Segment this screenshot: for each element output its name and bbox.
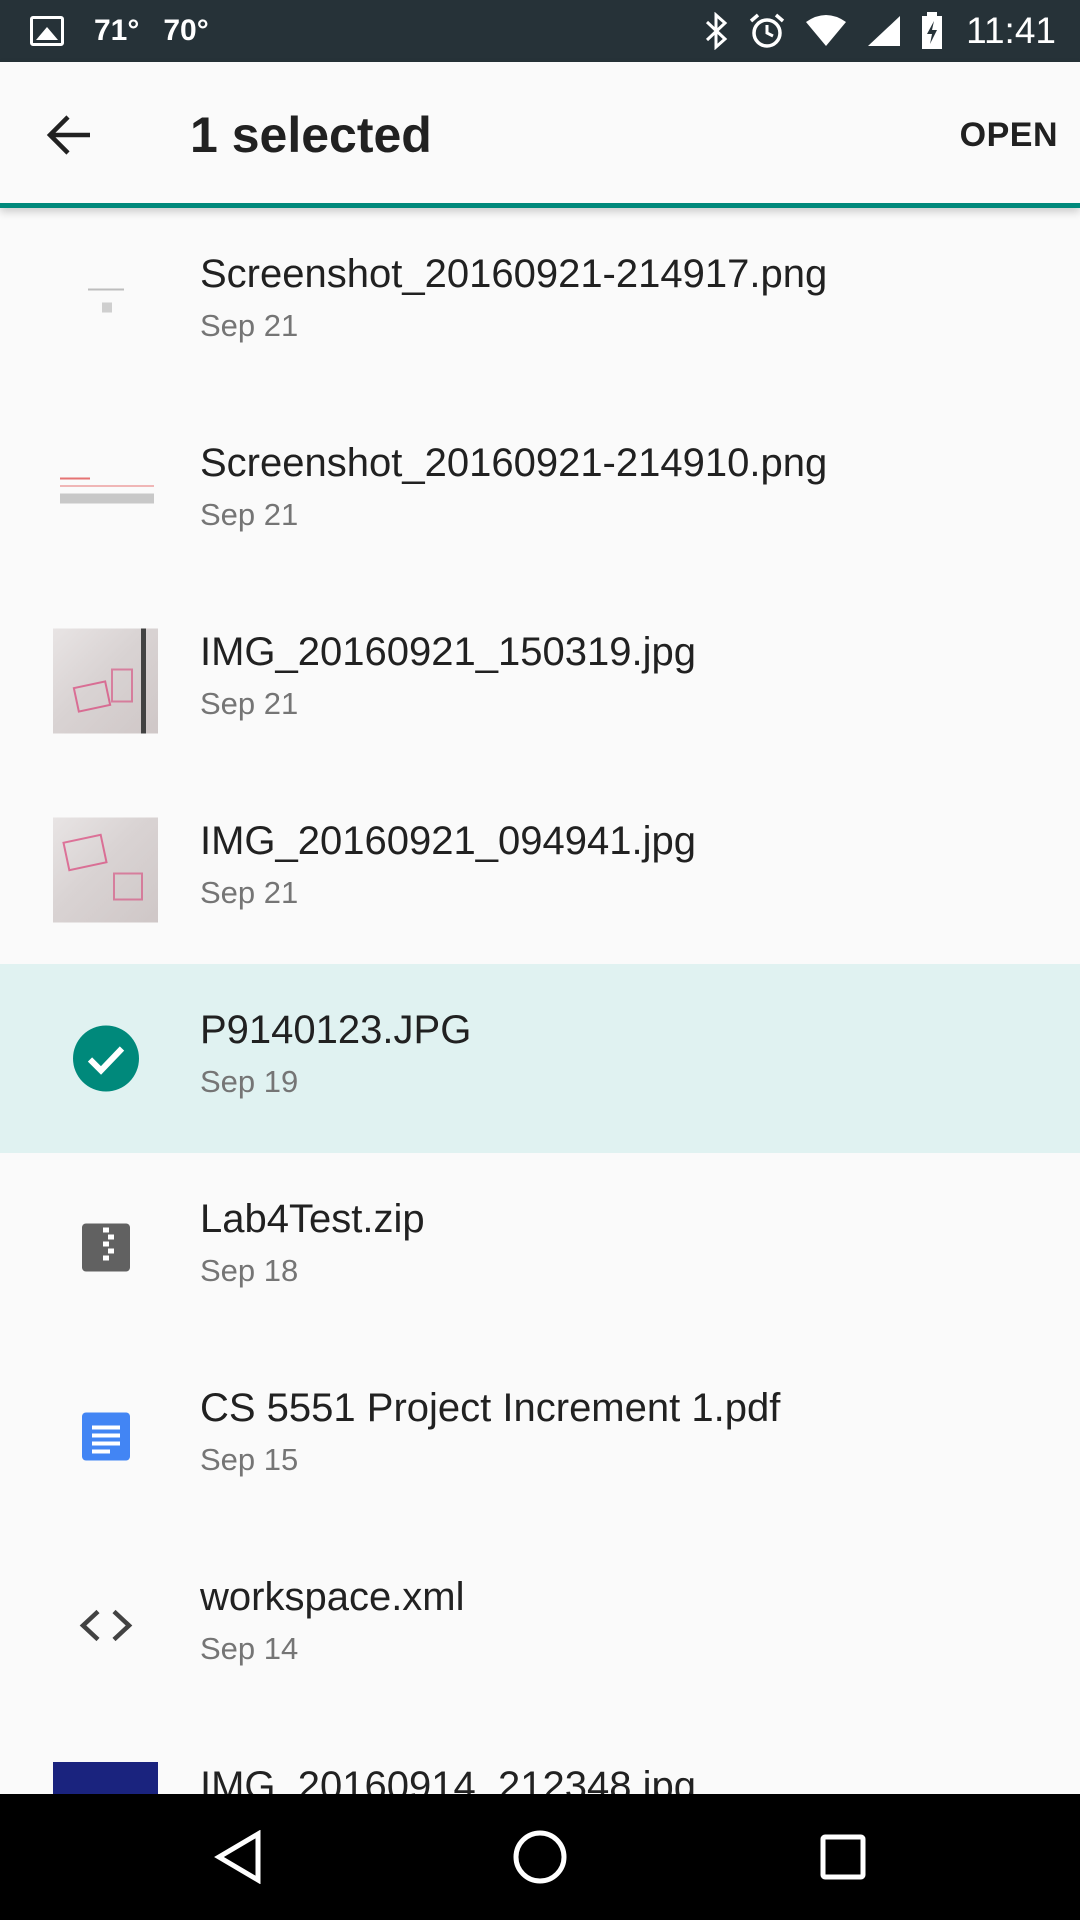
open-button[interactable]: OPEN [960,62,1058,208]
file-name: Lab4Test.zip [200,1197,425,1241]
file-row[interactable]: CS 5551 Project Increment 1.pdf Sep 15 [0,1342,1080,1531]
file-name: P9140123.JPG [200,1008,472,1052]
photo-thumbnail [53,1762,158,1794]
status-bar: 71° 70° 11:41 [0,0,1080,62]
bluetooth-icon [706,12,728,50]
file-date: Sep 19 [200,1064,299,1099]
back-triangle-icon [214,1830,261,1884]
file-row[interactable]: Screenshot_20160921-214917.png Sep 21 [0,208,1080,397]
photo-thumbnail [53,817,158,922]
file-name: workspace.xml [200,1575,465,1619]
battery-charging-icon [922,12,943,49]
document-icon [53,1384,158,1489]
file-name: Screenshot_20160921-214910.png [200,441,828,485]
zip-file-icon [53,1195,158,1300]
file-name: CS 5551 Project Increment 1.pdf [200,1386,781,1430]
file-name: IMG_20160921_094941.jpg [200,819,696,863]
file-row[interactable]: workspace.xml Sep 14 [0,1531,1080,1720]
temperature-outside: 71° [94,14,140,47]
recents-square-icon [820,1834,866,1880]
code-icon [53,1573,158,1678]
check-circle-icon [53,1006,158,1111]
file-date: Sep 14 [200,1631,299,1666]
file-date: Sep 18 [200,1253,299,1288]
wifi-icon [806,15,847,46]
selection-count-title: 1 selected [190,107,432,163]
home-circle-icon [513,1830,567,1884]
file-date: Sep 21 [200,686,299,721]
file-row[interactable]: Screenshot_20160921-214910.png Sep 21 [0,397,1080,586]
file-name: Screenshot_20160921-214917.png [200,252,828,296]
app-bar: 1 selected OPEN [0,62,1080,208]
back-button[interactable] [34,100,104,170]
file-row[interactable]: IMG_20160914_212348.jpg [0,1720,1080,1794]
file-row[interactable]: IMG_20160921_150319.jpg Sep 21 [0,586,1080,775]
nav-home-button[interactable] [497,1814,583,1900]
file-row-selected[interactable]: P9140123.JPG Sep 19 [0,964,1080,1153]
file-date: Sep 21 [200,875,299,910]
file-date: Sep 21 [200,308,299,343]
file-name: IMG_20160921_150319.jpg [200,630,696,674]
file-list[interactable]: Screenshot_20160921-214917.png Sep 21 Sc… [0,208,1080,1794]
cell-signal-icon [868,16,901,46]
file-row[interactable]: IMG_20160921_094941.jpg Sep 21 [0,775,1080,964]
status-left: 71° 70° [30,0,233,62]
file-name: IMG_20160914_212348.jpg [200,1764,696,1794]
screenshot-thumbnail [53,250,158,355]
status-right: 11:41 [704,0,1056,62]
file-row[interactable]: Lab4Test.zip Sep 18 [0,1153,1080,1342]
screenshot-thumbnail [53,439,158,544]
alarm-icon [750,13,785,48]
nav-recents-button[interactable] [800,1814,886,1900]
arrow-back-icon [46,115,90,155]
file-date: Sep 15 [200,1442,299,1477]
nav-back-button[interactable] [195,1814,281,1900]
file-date: Sep 21 [200,497,299,532]
clock: 11:41 [966,10,1056,51]
temperature-inside: 70° [163,14,209,47]
photo-thumbnail [53,628,158,733]
image-notification-icon [30,16,64,46]
navigation-bar [0,1794,1080,1920]
